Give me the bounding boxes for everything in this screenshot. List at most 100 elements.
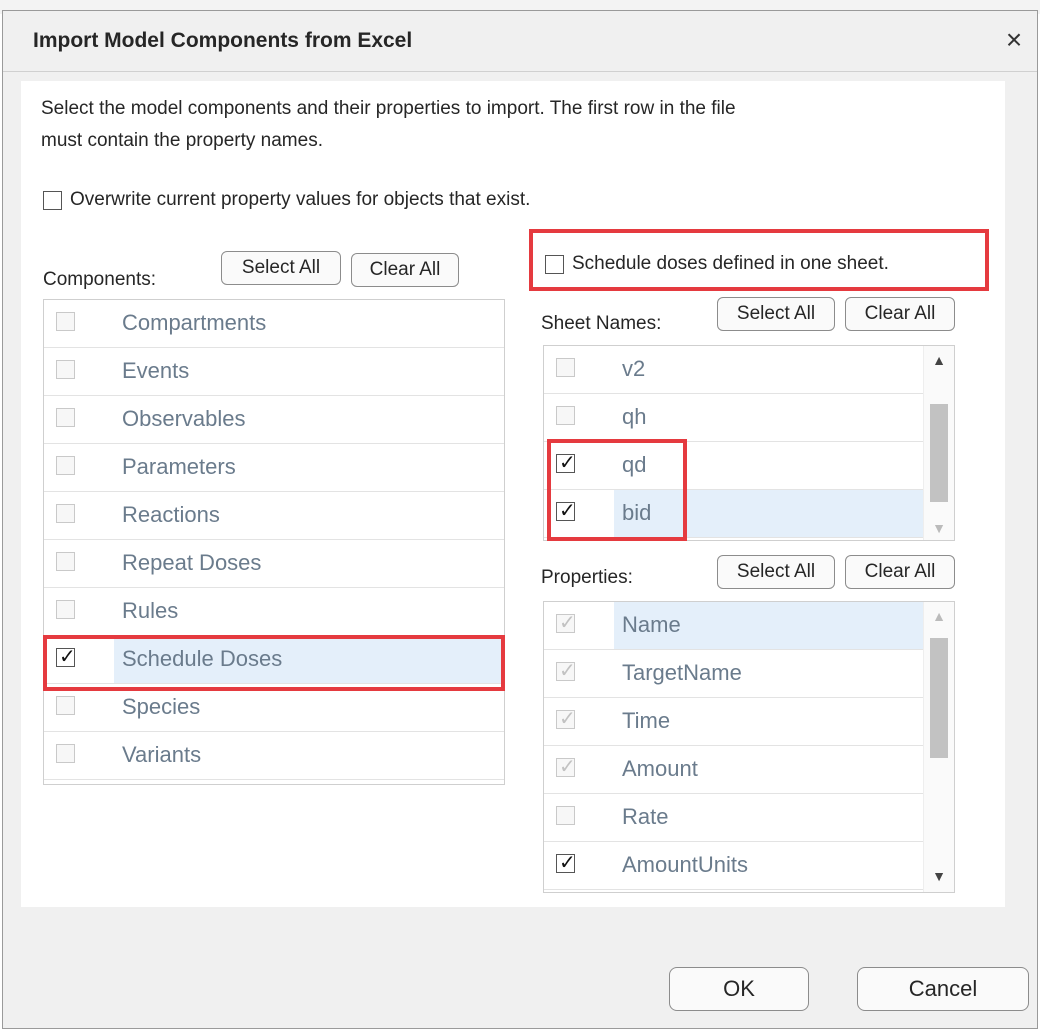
properties-item-amount[interactable]: ✓ Amount <box>544 746 924 794</box>
properties-scroll-thumb[interactable] <box>930 638 948 758</box>
components-item-label: Rules <box>122 598 179 623</box>
components-item-repeat-doses[interactable]: Repeat Doses <box>44 540 504 588</box>
components-item-observables[interactable]: Observables <box>44 396 504 444</box>
properties-checkbox: ✓ <box>556 610 576 634</box>
sheets-clear-all-button[interactable]: Clear All <box>845 297 955 331</box>
schedule-doses-option[interactable]: Schedule doses defined in one sheet. <box>545 253 889 275</box>
sheets-item-qh[interactable]: qh <box>544 394 924 442</box>
components-checkbox[interactable] <box>56 696 75 715</box>
ok-button[interactable]: OK <box>669 967 809 1011</box>
checkmark-icon: ✓ <box>559 658 576 682</box>
intro-line-1: Select the model components and their pr… <box>41 98 736 119</box>
components-checkbox[interactable] <box>56 600 75 619</box>
cancel-button[interactable]: Cancel <box>857 967 1029 1011</box>
components-item-label: Parameters <box>122 454 236 479</box>
schedule-doses-label: Schedule doses defined in one sheet. <box>572 253 889 274</box>
properties-item-rate[interactable]: Rate <box>544 794 924 842</box>
sheets-select-all-button[interactable]: Select All <box>717 297 835 331</box>
overwrite-option[interactable]: Overwrite current property values for ob… <box>43 189 530 211</box>
checkmark-icon: ✓ <box>559 450 576 474</box>
components-clear-all-button[interactable]: Clear All <box>351 253 459 287</box>
properties-item-amountunits[interactable]: ✓ AmountUnits <box>544 842 924 890</box>
components-item-events[interactable]: Events <box>44 348 504 396</box>
checkmark-icon: ✓ <box>59 644 76 668</box>
scroll-up-icon[interactable]: ▲ <box>924 352 954 368</box>
close-icon[interactable]: × <box>999 25 1029 55</box>
components-item-label: Observables <box>122 406 246 431</box>
properties-label: Properties: <box>541 567 633 588</box>
components-item-label: Events <box>122 358 190 383</box>
components-item-label: Repeat Doses <box>122 550 262 575</box>
properties-scrollbar[interactable]: ▲ ▼ <box>923 602 954 892</box>
components-item-parameters[interactable]: Parameters <box>44 444 504 492</box>
overwrite-label: Overwrite current property values for ob… <box>70 189 531 210</box>
properties-item-name[interactable]: ✓ Name <box>544 602 924 650</box>
properties-item-targetname[interactable]: ✓ TargetName <box>544 650 924 698</box>
checkmark-icon: ✓ <box>559 754 576 778</box>
components-list: Compartments Events Observables Parameters R… <box>43 299 505 785</box>
dialog-content: Select the model components and their pr… <box>21 81 1005 907</box>
properties-checkbox: ✓ <box>556 707 576 729</box>
components-item-compartments[interactable]: Compartments <box>44 300 504 348</box>
properties-clear-all-button[interactable]: Clear All <box>845 555 955 589</box>
dialog-title: Import Model Components from Excel <box>33 29 413 52</box>
scroll-up-icon[interactable]: ▲ <box>924 608 954 624</box>
components-item-schedule-doses[interactable]: ✓ Schedule Doses <box>44 636 504 684</box>
sheets-item-label: qh <box>622 404 647 429</box>
properties-checkbox: ✓ <box>556 658 576 682</box>
scroll-down-icon[interactable]: ▼ <box>924 520 954 536</box>
import-dialog: Import Model Components from Excel × Sel… <box>2 10 1038 1029</box>
sheets-checkbox[interactable]: ✓ <box>556 450 576 474</box>
properties-item-label: Time <box>622 708 671 733</box>
title-bar: Import Model Components from Excel × <box>3 11 1037 72</box>
components-item-species[interactable]: Species <box>44 684 504 732</box>
sheets-checkbox[interactable]: ✓ <box>556 498 576 522</box>
intro-line-2: must contain the property names. <box>41 130 323 151</box>
schedule-doses-checkbox[interactable] <box>545 254 564 274</box>
components-checkbox[interactable] <box>56 360 75 379</box>
properties-checkbox[interactable] <box>556 806 575 825</box>
properties-item-label: Rate <box>622 804 669 829</box>
scroll-down-icon[interactable]: ▼ <box>924 868 954 884</box>
sheet-names-label: Sheet Names: <box>541 313 662 334</box>
components-item-label: Variants <box>122 742 202 767</box>
sheets-item-label: qd <box>622 452 647 477</box>
properties-select-all-button[interactable]: Select All <box>717 555 835 589</box>
sheets-item-label: bid <box>622 500 652 525</box>
selection-highlight <box>614 490 924 537</box>
components-item-rules[interactable]: Rules <box>44 588 504 636</box>
sheets-checkbox[interactable] <box>556 358 575 377</box>
sheets-scrollbar[interactable]: ▲ ▼ <box>923 346 954 540</box>
properties-item-label: AmountUnits <box>622 852 748 877</box>
components-item-label: Schedule Doses <box>122 646 283 671</box>
components-item-label: Species <box>122 694 201 719</box>
components-item-label: Reactions <box>122 502 220 527</box>
components-checkbox[interactable] <box>56 504 75 523</box>
properties-checkbox[interactable]: ✓ <box>556 850 576 874</box>
sheets-item-qd[interactable]: ✓ qd <box>544 442 924 490</box>
sheets-item-bid[interactable]: ✓ bid <box>544 490 924 538</box>
properties-checkbox: ✓ <box>556 754 576 778</box>
sheets-item-v2[interactable]: v2 <box>544 346 924 394</box>
components-checkbox[interactable]: ✓ <box>56 644 76 668</box>
properties-item-time[interactable]: ✓ Time <box>544 698 924 746</box>
checkmark-icon: ✓ <box>559 850 576 874</box>
components-checkbox[interactable] <box>56 408 75 427</box>
components-checkbox[interactable] <box>56 312 75 331</box>
components-item-variants[interactable]: Variants <box>44 732 504 780</box>
properties-item-label: Amount <box>622 756 698 781</box>
components-checkbox[interactable] <box>56 552 75 571</box>
components-checkbox[interactable] <box>56 744 75 763</box>
sheets-item-label: v2 <box>622 356 646 381</box>
properties-item-label: TargetName <box>622 660 742 685</box>
overwrite-checkbox[interactable] <box>43 190 62 210</box>
sheets-scroll-thumb[interactable] <box>930 404 948 502</box>
components-select-all-button[interactable]: Select All <box>221 251 341 285</box>
checkmark-icon: ✓ <box>559 610 576 634</box>
sheets-checkbox[interactable] <box>556 406 575 425</box>
components-item-reactions[interactable]: Reactions <box>44 492 504 540</box>
checkmark-icon: ✓ <box>559 498 576 522</box>
properties-item-label: Name <box>622 612 681 637</box>
components-checkbox[interactable] <box>56 456 75 475</box>
components-label: Components: <box>43 269 157 290</box>
